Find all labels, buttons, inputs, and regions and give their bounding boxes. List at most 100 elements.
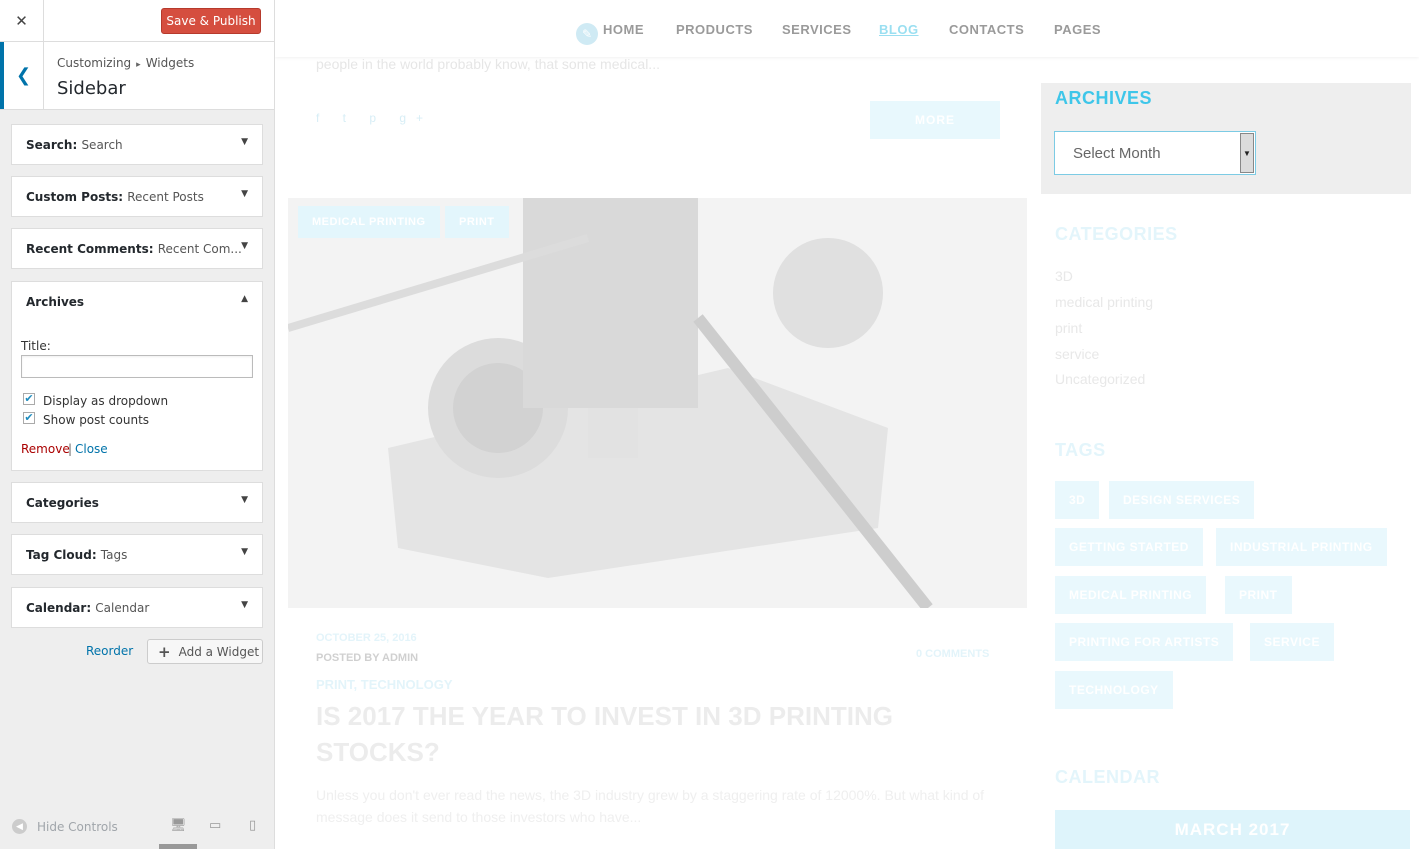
widget-search[interactable]: Search: Search ▼ <box>11 124 263 165</box>
close-link[interactable]: Close <box>75 442 108 456</box>
link-separator: | <box>68 442 73 456</box>
nav-products[interactable]: PRODUCTS <box>676 22 753 37</box>
widget-type: Custom Posts <box>26 190 119 204</box>
widget-custom-posts[interactable]: Custom Posts: Recent Posts ▼ <box>11 176 263 217</box>
tags-title: TAGS <box>1055 440 1106 460</box>
tag-link[interactable]: PRINTING FOR ARTISTS <box>1055 623 1234 661</box>
widget-recent-comments[interactable]: Recent Comments: Recent Com... ▼ <box>11 228 263 269</box>
remove-link[interactable]: Remove <box>21 442 70 456</box>
calendar-month: MARCH 2017 <box>1055 810 1410 849</box>
widget-type: Archives <box>26 295 85 309</box>
add-widget-label: Add a Widget <box>178 644 260 659</box>
widget-tag-cloud[interactable]: Tag Cloud: Tags ▼ <box>11 534 263 575</box>
widget-title: Recent Posts <box>127 190 204 204</box>
site-nav: ✎ HOME PRODUCTS SERVICES BLOG CONTACTS P… <box>275 0 1419 57</box>
tag-link[interactable]: INDUSTRIAL PRINTING <box>1216 528 1387 566</box>
plus-icon: + <box>158 642 171 661</box>
post-date: OCTOBER 25, 2016 <box>316 632 417 644</box>
collapse-arrow-icon[interactable]: ▲ <box>241 294 248 304</box>
tag-link[interactable]: GETTING STARTED <box>1055 528 1203 566</box>
title-input[interactable] <box>21 355 253 378</box>
expand-arrow-icon[interactable]: ▼ <box>241 189 248 199</box>
site-preview: ✎ HOME PRODUCTS SERVICES BLOG CONTACTS P… <box>275 0 1419 849</box>
category-link[interactable]: service <box>1055 346 1099 362</box>
widget-type: Calendar <box>26 601 87 615</box>
widget-title: Tags <box>100 548 128 562</box>
tag-link[interactable]: PRINT <box>1225 576 1292 614</box>
section-title: Sidebar <box>57 78 126 99</box>
expand-arrow-icon[interactable]: ▼ <box>241 137 248 147</box>
3d-printer-image <box>288 198 1027 608</box>
widget-archives[interactable]: Archives ▲ <box>11 281 263 322</box>
active-device-indicator <box>159 844 197 849</box>
nav-services[interactable]: SERVICES <box>782 22 852 37</box>
breadcrumb: Customizing ▸ Widgets <box>57 56 194 70</box>
tablet-icon[interactable]: ▭ <box>209 818 221 833</box>
post-tag-chip[interactable]: PRINT <box>445 206 509 238</box>
post-tag-chip[interactable]: MEDICAL PRINTING <box>298 206 440 238</box>
add-widget-button[interactable]: + Add a Widget <box>147 639 263 664</box>
tag-link[interactable]: TECHNOLOGY <box>1055 671 1173 709</box>
back-chevron-icon[interactable]: ❮ <box>0 42 44 109</box>
customizer-panel: ✕ Save & Publish ❮ Customizing ▸ Widgets S… <box>0 0 275 849</box>
tag-link[interactable]: DESIGN SERVICES <box>1109 481 1255 519</box>
previous-post-excerpt: people in the world probably know, that … <box>316 56 660 72</box>
hide-controls-label: Hide Controls <box>37 819 118 834</box>
expand-arrow-icon[interactable]: ▼ <box>241 547 248 557</box>
tag-link[interactable]: MEDICAL PRINTING <box>1055 576 1207 614</box>
calendar-title: CALENDAR <box>1055 767 1160 787</box>
archives-form: Title: ✔ Display as dropdown ✔ Show post… <box>11 321 263 471</box>
breadcrumb-separator-icon: ▸ <box>136 60 141 70</box>
customizer-header: ✕ Save & Publish <box>0 0 274 42</box>
mobile-icon[interactable]: ▯ <box>249 818 256 833</box>
archives-select[interactable]: Select Month ▼ <box>1054 131 1256 175</box>
widget-categories[interactable]: Categories ▼ <box>11 482 263 523</box>
hide-controls-button[interactable]: ◀ Hide Controls <box>12 819 118 834</box>
category-link[interactable]: 3D <box>1055 268 1073 284</box>
nav-blog[interactable]: BLOG <box>879 22 919 37</box>
nav-pages[interactable]: PAGES <box>1054 22 1101 37</box>
breadcrumb-child: Widgets <box>145 56 195 70</box>
tag-link[interactable]: SERVICE <box>1250 623 1334 661</box>
nav-home[interactable]: HOME <box>603 22 644 37</box>
category-link[interactable]: medical printing <box>1055 294 1153 310</box>
tag-link[interactable]: 3D <box>1055 481 1100 519</box>
archives-widget: ARCHIVES Select Month ▼ <box>1041 83 1411 194</box>
post-counts-label: Show post counts <box>43 413 150 427</box>
archives-title: ARCHIVES <box>1055 88 1153 108</box>
post-title[interactable]: IS 2017 THE YEAR TO INVEST IN 3D PRINTIN… <box>316 698 976 770</box>
post-author: POSTED BY ADMIN <box>316 652 419 664</box>
close-icon[interactable]: ✕ <box>0 0 44 42</box>
expand-arrow-icon[interactable]: ▼ <box>241 600 248 610</box>
expand-arrow-icon[interactable]: ▼ <box>241 495 248 505</box>
post-comments-link[interactable]: 0 COMMENTS <box>916 648 989 660</box>
widget-type: Recent Comments <box>26 242 149 256</box>
widget-type: Search <box>26 138 73 152</box>
nav-contacts[interactable]: CONTACTS <box>949 22 1024 37</box>
pencil-icon[interactable]: ✎ <box>576 23 598 45</box>
social-share-icons[interactable]: f t p g+ <box>316 111 433 125</box>
widget-title: Calendar <box>95 601 150 615</box>
category-link[interactable]: Uncategorized <box>1055 371 1145 387</box>
widget-title: Search <box>81 138 123 152</box>
more-button[interactable]: MORE <box>870 101 1000 139</box>
arrow-left-circle-icon: ◀ <box>12 819 27 834</box>
breadcrumb-parent: Customizing <box>57 56 132 70</box>
post-image[interactable] <box>288 198 1027 608</box>
section-header: ❮ Customizing ▸ Widgets Sidebar <box>0 42 274 110</box>
dropdown-arrow-icon[interactable]: ▼ <box>1240 133 1254 173</box>
category-link[interactable]: print <box>1055 320 1082 336</box>
reorder-link[interactable]: Reorder <box>86 644 133 658</box>
dropdown-label: Display as dropdown <box>43 394 169 408</box>
dropdown-checkbox[interactable]: ✔ <box>23 393 35 405</box>
expand-arrow-icon[interactable]: ▼ <box>241 241 248 251</box>
desktop-icon[interactable]: 🖥 <box>170 818 187 833</box>
post-excerpt: Unless you don't ever read the news, the… <box>316 787 985 825</box>
widget-type: Categories <box>26 496 99 510</box>
save-publish-button[interactable]: Save & Publish <box>161 8 261 34</box>
post-counts-checkbox[interactable]: ✔ <box>23 412 35 424</box>
widget-title: Recent Com... <box>157 242 242 256</box>
widget-calendar[interactable]: Calendar: Calendar ▼ <box>11 587 263 628</box>
post-categories[interactable]: PRINT, TECHNOLOGY <box>316 677 453 692</box>
categories-title: CATEGORIES <box>1055 224 1178 244</box>
